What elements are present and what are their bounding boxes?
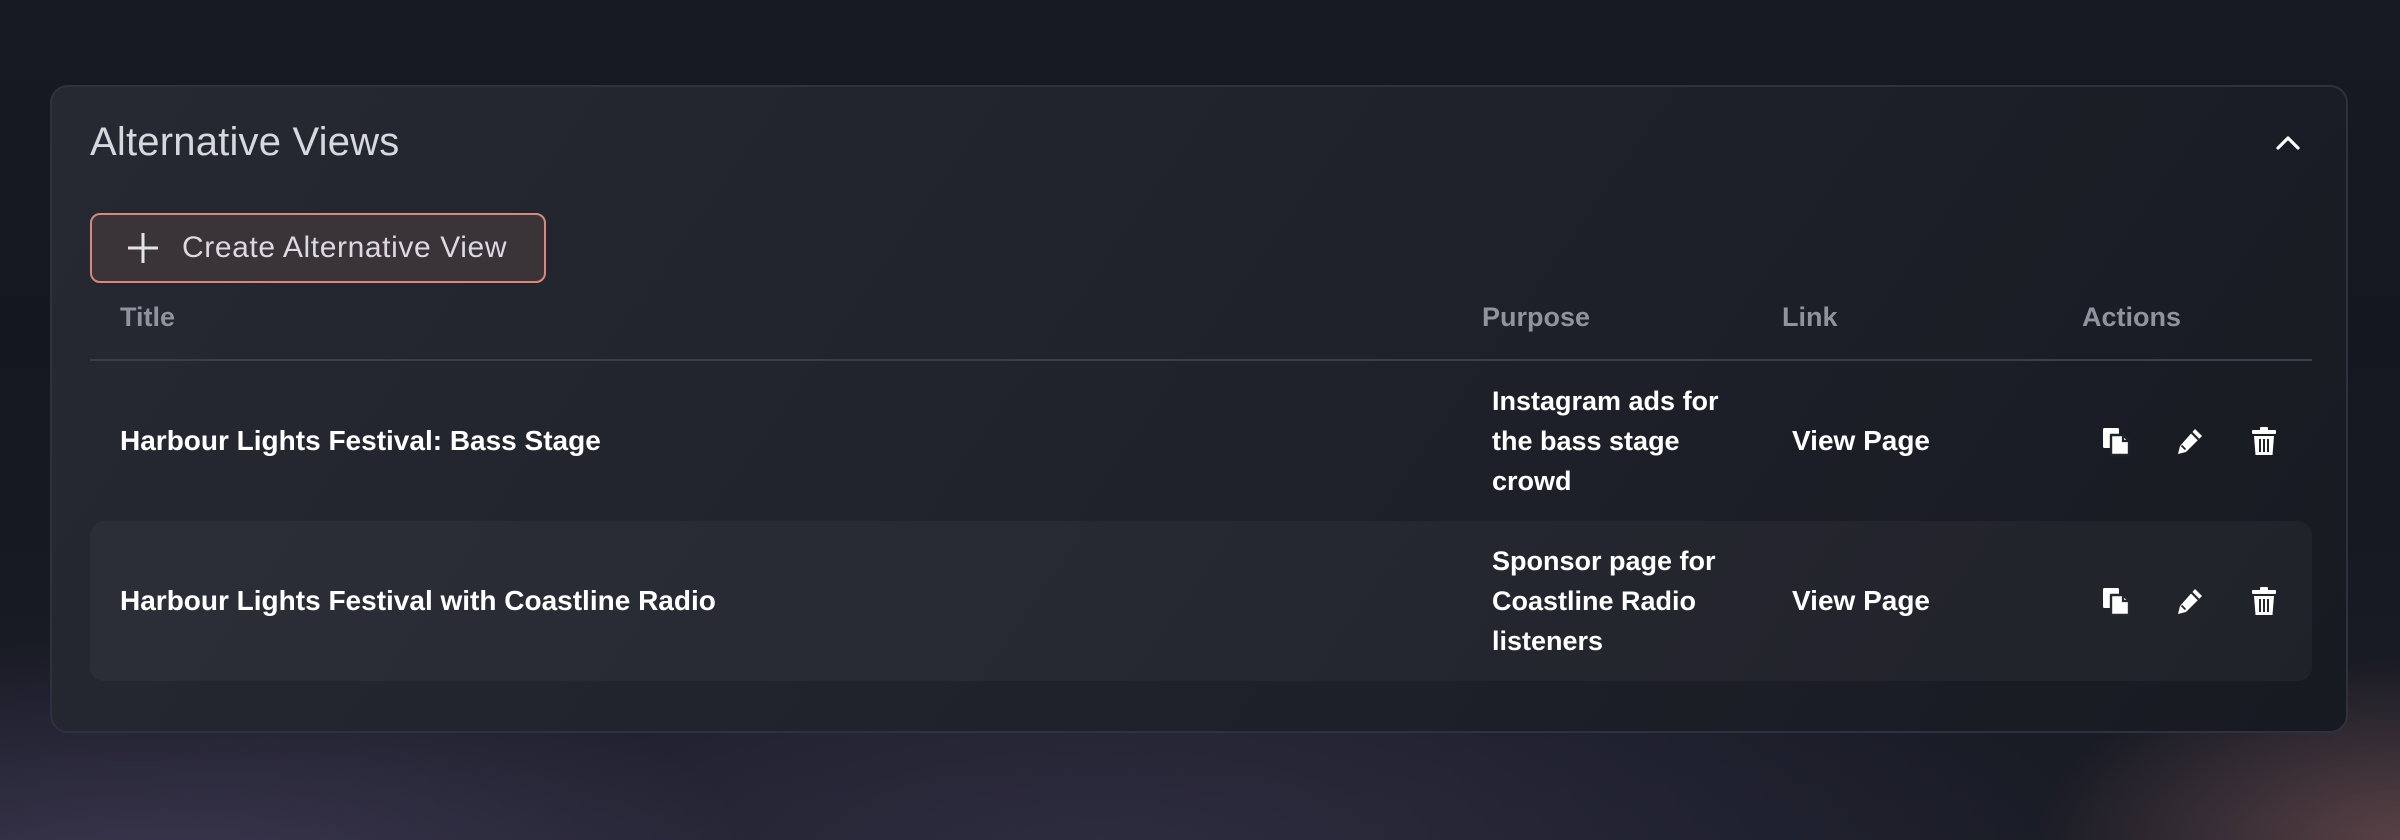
- copy-icon[interactable]: [2096, 421, 2136, 461]
- edit-icon[interactable]: [2170, 421, 2210, 461]
- collapse-button[interactable]: [2266, 123, 2310, 167]
- table-row: Harbour Lights Festival: Bass Stage Inst…: [90, 361, 2312, 521]
- copy-icon[interactable]: [2096, 581, 2136, 621]
- alternative-views-panel: Alternative Views Create Alternative Vie…: [50, 85, 2348, 733]
- plus-icon: [126, 231, 160, 265]
- row-purpose: Instagram ads for the bass stage crowd: [1492, 386, 1719, 496]
- row-actions: [2096, 361, 2318, 521]
- column-header-link: Link: [1782, 302, 1838, 332]
- table-header: Title Purpose Link Actions: [90, 283, 2312, 361]
- table-row: Harbour Lights Festival with Coastline R…: [90, 521, 2312, 681]
- column-header-purpose: Purpose: [1482, 302, 1591, 332]
- alternative-views-table: Title Purpose Link Actions Harbour Light…: [90, 283, 2312, 681]
- trash-icon[interactable]: [2244, 581, 2284, 621]
- chevron-up-icon: [2275, 135, 2301, 156]
- trash-icon[interactable]: [2244, 421, 2284, 461]
- row-title: Harbour Lights Festival: Bass Stage: [120, 425, 601, 456]
- panel-title: Alternative Views: [90, 120, 400, 164]
- view-page-link[interactable]: View Page: [1792, 361, 1930, 521]
- view-page-link[interactable]: View Page: [1792, 521, 1930, 681]
- column-header-title: Title: [120, 302, 176, 332]
- row-actions: [2096, 521, 2318, 681]
- create-alternative-view-button[interactable]: Create Alternative View: [90, 213, 546, 283]
- edit-icon[interactable]: [2170, 581, 2210, 621]
- column-header-actions: Actions: [2082, 302, 2182, 332]
- create-button-label: Create Alternative View: [182, 231, 508, 264]
- row-title: Harbour Lights Festival with Coastline R…: [120, 585, 716, 616]
- row-purpose: Sponsor page for Coastline Radio listene…: [1492, 546, 1716, 656]
